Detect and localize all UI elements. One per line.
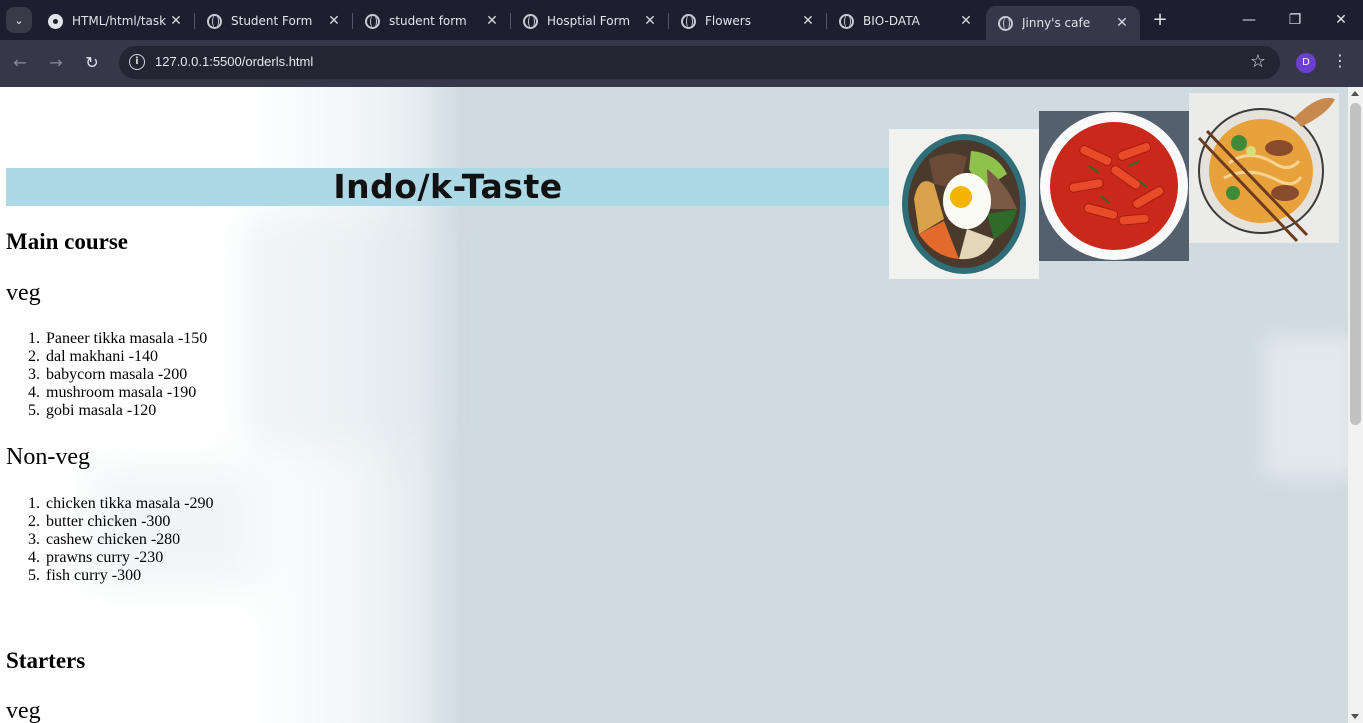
back-button[interactable]: ← bbox=[9, 52, 31, 74]
list-item: 5. gobi masala -120 bbox=[28, 402, 157, 419]
tab-title: Hosptial Form bbox=[547, 14, 631, 28]
new-tab-button[interactable]: + bbox=[1150, 9, 1170, 31]
globe-icon bbox=[681, 13, 696, 29]
globe-icon bbox=[998, 15, 1013, 31]
url-text[interactable]: 127.0.0.1:5500/orderls.html bbox=[155, 54, 313, 69]
list-item: 2. dal makhani -140 bbox=[28, 348, 158, 365]
close-window-button[interactable]: ✕ bbox=[1329, 8, 1353, 32]
star-icon[interactable]: ☆ bbox=[1250, 51, 1266, 72]
tab-strip: ⌄ HTML/html/task ✕ Student Form ✕ studen… bbox=[0, 0, 1363, 40]
restore-button[interactable]: ❐ bbox=[1283, 8, 1307, 32]
forward-button[interactable]: → bbox=[45, 52, 67, 74]
list-item: 3. cashew chicken -280 bbox=[28, 531, 181, 548]
globe-icon bbox=[839, 13, 854, 29]
page-title: Indo/k-Taste bbox=[333, 167, 563, 206]
scrollbar-thumb[interactable] bbox=[1350, 103, 1361, 425]
minimize-icon: — bbox=[1242, 12, 1256, 28]
section-heading-starters: Starters bbox=[6, 648, 86, 673]
tab-title: Jinny's cafe bbox=[1022, 16, 1091, 30]
github-icon bbox=[48, 13, 63, 29]
arrow-right-icon: → bbox=[49, 53, 63, 72]
arrow-left-icon: ← bbox=[13, 53, 27, 72]
list-item: 1. chicken tikka masala -290 bbox=[28, 495, 214, 512]
tteokbokki-bowl-image bbox=[1039, 111, 1189, 261]
page-viewport: Indo/k-Taste Main course veg 1. Paneer t… bbox=[0, 87, 1348, 723]
group-label-non-veg: Non-veg bbox=[6, 444, 90, 470]
close-icon[interactable]: ✕ bbox=[168, 13, 184, 29]
tab-student-form[interactable]: Student Form ✕ bbox=[195, 6, 352, 36]
tab-title: Flowers bbox=[705, 14, 751, 28]
tab-title: Student Form bbox=[231, 14, 313, 28]
browser-toolbar: ← → ↻ i 127.0.0.1:5500/orderls.html ☆ D … bbox=[0, 40, 1363, 87]
close-icon[interactable]: ✕ bbox=[326, 13, 342, 29]
tab-search-button[interactable]: ⌄ bbox=[6, 7, 32, 33]
reload-icon: ↻ bbox=[85, 53, 99, 72]
close-icon[interactable]: ✕ bbox=[800, 13, 816, 29]
veg-main-course-list: 1. Paneer tikka masala -150 2. dal makhani… bbox=[28, 330, 207, 420]
reload-button[interactable]: ↻ bbox=[81, 52, 103, 74]
list-item: 1. Paneer tikka masala -150 bbox=[28, 330, 208, 347]
noodle-soup-bowl-image bbox=[1189, 93, 1339, 243]
tab-flowers[interactable]: Flowers ✕ bbox=[669, 6, 826, 36]
profile-avatar[interactable]: D bbox=[1296, 53, 1316, 73]
list-item: 5. fish curry -300 bbox=[28, 567, 142, 584]
group-label-veg: veg bbox=[6, 698, 41, 723]
globe-icon bbox=[365, 13, 380, 29]
restore-icon: ❐ bbox=[1288, 12, 1302, 28]
globe-icon bbox=[207, 13, 222, 29]
close-icon[interactable]: ✕ bbox=[484, 13, 500, 29]
list-item: 2. butter chicken -300 bbox=[28, 513, 171, 530]
background-blur bbox=[1265, 337, 1348, 477]
page-scrollbar[interactable] bbox=[1348, 87, 1363, 723]
group-label-veg: veg bbox=[6, 280, 41, 306]
list-item: 4. prawns curry -230 bbox=[28, 549, 164, 566]
title-banner: Indo/k-Taste bbox=[6, 168, 890, 206]
kebab-menu-icon[interactable]: ⋮ bbox=[1332, 51, 1348, 70]
tab-student-form-2[interactable]: student form ✕ bbox=[353, 6, 510, 36]
tab-jinnys-cafe[interactable]: Jinny's cafe ✕ bbox=[986, 6, 1140, 40]
list-item: 3. babycorn masala -200 bbox=[28, 366, 188, 383]
tab-title: student form bbox=[389, 14, 467, 28]
plus-icon: + bbox=[1152, 9, 1168, 30]
close-icon[interactable]: ✕ bbox=[1114, 15, 1130, 31]
close-icon: ✕ bbox=[1335, 12, 1347, 28]
section-heading-main-course: Main course bbox=[6, 229, 129, 254]
tab-hospital-form[interactable]: Hosptial Form ✕ bbox=[511, 6, 668, 36]
bibimbap-bowl-image bbox=[889, 129, 1039, 279]
background-blur bbox=[240, 217, 440, 447]
address-bar[interactable]: i 127.0.0.1:5500/orderls.html ☆ bbox=[119, 46, 1280, 79]
chevron-down-icon: ⌄ bbox=[14, 13, 24, 27]
globe-icon bbox=[523, 13, 538, 29]
scroll-down-arrow-icon[interactable] bbox=[1351, 714, 1359, 719]
tab-title: BIO-DATA bbox=[863, 14, 920, 28]
minimize-button[interactable]: — bbox=[1237, 8, 1261, 32]
list-item: 4. mushroom masala -190 bbox=[28, 384, 197, 401]
tab-bio-data[interactable]: BIO-DATA ✕ bbox=[827, 6, 984, 36]
close-icon[interactable]: ✕ bbox=[642, 13, 658, 29]
non-veg-main-course-list: 1. chicken tikka masala -290 2. butter chi… bbox=[28, 495, 214, 585]
tab-html-task[interactable]: HTML/html/task ✕ bbox=[36, 6, 194, 36]
tab-title: HTML/html/task bbox=[72, 14, 167, 28]
info-icon[interactable]: i bbox=[129, 54, 145, 70]
scroll-up-arrow-icon[interactable] bbox=[1351, 91, 1359, 96]
close-icon[interactable]: ✕ bbox=[958, 13, 974, 29]
